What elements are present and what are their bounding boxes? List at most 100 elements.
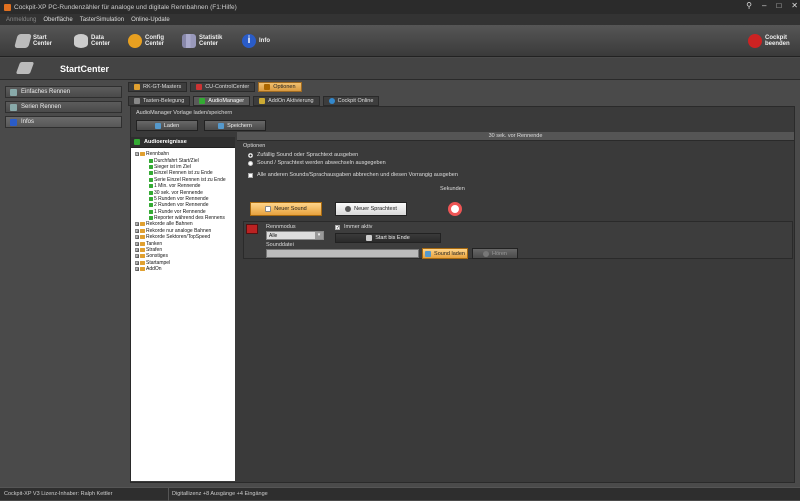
folder-icon: [140, 222, 145, 227]
sidebar: Einfaches Rennen Serien Rennen Infos: [5, 86, 122, 131]
option-random[interactable]: Zufällig Sound oder Sprachtext ausgeben: [248, 152, 358, 158]
status-license-type: Digitallizenz +8 Ausgänge +4 Eingänge: [172, 491, 268, 497]
info-button[interactable]: i Info: [242, 29, 270, 53]
status-license-owner: Cockpit-XP V3 Lizenz-Inhaber: Ralph Kett…: [4, 491, 113, 497]
sound-event-icon: [149, 164, 153, 169]
tab-cu-controlcenter[interactable]: CU-ControlCenter: [190, 82, 256, 92]
load-sound-button[interactable]: Sound laden: [422, 248, 468, 259]
lifebuoy-icon[interactable]: [448, 202, 462, 216]
save-icon: [218, 122, 225, 129]
config-center-button[interactable]: Config Center: [128, 29, 164, 53]
always-active-option[interactable]: ✓ Immer aktiv: [335, 224, 372, 230]
info-icon: [10, 118, 17, 126]
expand-toggle-icon[interactable]: ⊞: [135, 235, 139, 240]
keyboard-icon: [134, 98, 140, 104]
gear-icon: [128, 34, 142, 48]
option-alternate[interactable]: Sound / Sprachtext werden abwechseln aus…: [248, 160, 386, 166]
template-label: AudioManager Vorlage laden/speichern: [136, 110, 233, 116]
info-icon: i: [242, 34, 256, 48]
expand-toggle-icon[interactable]: ⊞: [135, 228, 139, 233]
folder-icon: [425, 250, 432, 257]
menu-anmeldung: Anmeldung: [6, 16, 37, 23]
options-label: Optionen: [243, 143, 266, 149]
checkbox-priority[interactable]: [248, 172, 253, 178]
database-icon: [74, 34, 88, 48]
delete-entry-icon[interactable]: [246, 224, 258, 234]
sound-event-icon: [149, 209, 153, 214]
chevron-down-icon[interactable]: ▾: [315, 232, 323, 239]
audio-events-tree[interactable]: ⊟ Rennbahn Durchfahrt Start/Ziel Sieger ist…: [131, 148, 235, 481]
data-center-button[interactable]: Data Center: [74, 29, 110, 53]
maximize-button[interactable]: □: [776, 1, 781, 10]
speaker-icon: [134, 139, 140, 145]
exit-button[interactable]: Cockpit beenden: [748, 29, 790, 53]
start-center-button[interactable]: Start Center: [14, 29, 52, 53]
folder-icon: [140, 241, 145, 246]
status-bar: Cockpit-XP V3 Lizenz-Inhaber: Ralph Kett…: [0, 487, 800, 501]
option-priority[interactable]: Alle anderen Sounds/Sprachausgaben abbre…: [248, 172, 458, 178]
tree-header: Audioereignisse: [131, 137, 235, 148]
menu-bar: Anmeldung Oberfläche TasterSimulation On…: [0, 14, 800, 25]
race-icon: [10, 88, 17, 96]
speaker-icon: [265, 206, 272, 212]
sound-file-label: Sounddatei: [266, 242, 294, 248]
tab-cockpit-online[interactable]: Cockpit Online: [322, 96, 380, 106]
power-icon: [748, 34, 762, 48]
seconds-label: Sekunden: [440, 186, 465, 192]
close-button[interactable]: ✕: [791, 1, 798, 10]
sub-tabs: Tasten-Belegung AudioManager AddOn Aktiv…: [128, 96, 380, 106]
load-template-button[interactable]: Laden: [136, 120, 198, 131]
page-title: StartCenter: [60, 64, 110, 74]
menu-oberflaeche[interactable]: Oberfläche: [43, 17, 72, 23]
listen-button[interactable]: Hören: [472, 248, 518, 259]
sidebar-item-infos[interactable]: Infos: [5, 116, 122, 128]
folder-icon: [140, 228, 145, 233]
plugin-icon: [259, 98, 266, 104]
series-icon: [10, 103, 17, 111]
new-sound-button[interactable]: Neuer Sound: [250, 202, 322, 216]
globe-icon: [328, 98, 335, 104]
expand-toggle-icon[interactable]: ⊞: [135, 260, 139, 265]
help-icon[interactable]: ⚲: [746, 1, 752, 10]
sound-event-icon: [149, 196, 153, 201]
sidebar-item-serien-rennen[interactable]: Serien Rennen: [5, 101, 122, 113]
expand-toggle-icon[interactable]: ⊞: [135, 222, 139, 227]
headphones-icon: [483, 250, 489, 257]
new-speech-button[interactable]: Neuer Sprachtext: [335, 202, 407, 216]
trophy-icon: [134, 84, 140, 90]
checkbox-always-active[interactable]: ✓: [335, 224, 340, 230]
tab-addon-aktivierung[interactable]: AddOn Aktivierung: [253, 96, 320, 106]
tab-rk-gt-masters[interactable]: RK-GT-Masters: [128, 82, 188, 92]
title-bar: Cockpit-XP PC-Rundenzähler für analoge u…: [0, 0, 800, 14]
statistik-center-button[interactable]: Statistik Center: [182, 29, 222, 53]
menu-online-update[interactable]: Online-Update: [131, 17, 170, 23]
folder-icon: [140, 235, 145, 240]
radio-alternate[interactable]: [248, 160, 253, 166]
tab-audiomanager[interactable]: AudioManager: [193, 96, 251, 106]
start-end-button[interactable]: Start bis Ende: [335, 233, 441, 243]
speaker-icon: [199, 98, 206, 104]
main-toolbar: Start Center Data Center Config Center S…: [0, 25, 800, 57]
race-mode-select[interactable]: Alle ▾: [266, 231, 324, 240]
status-divider: [168, 488, 169, 501]
sound-event-icon: [149, 216, 153, 221]
gear-icon: [264, 84, 271, 90]
expand-toggle-icon[interactable]: ⊞: [135, 267, 139, 272]
minimize-button[interactable]: –: [762, 1, 766, 10]
folder-icon: [140, 152, 145, 157]
tree-item[interactable]: ⊞ AddOn: [131, 266, 235, 272]
menu-tastersimulation[interactable]: TasterSimulation: [80, 17, 124, 23]
chart-icon: [182, 34, 196, 48]
expand-toggle-icon[interactable]: ⊞: [135, 241, 139, 246]
sidebar-item-einfaches-rennen[interactable]: Einfaches Rennen: [5, 86, 122, 98]
tab-optionen[interactable]: Optionen: [258, 82, 302, 92]
expand-toggle-icon[interactable]: ⊞: [135, 248, 139, 253]
app-icon: [4, 3, 11, 11]
sound-file-input[interactable]: [266, 249, 419, 258]
expand-toggle-icon[interactable]: ⊞: [135, 254, 139, 259]
tab-tasten-belegung[interactable]: Tasten-Belegung: [128, 96, 191, 106]
selected-event-header: 30 sek. vor Rennende: [237, 132, 794, 141]
radio-random[interactable]: [248, 152, 253, 158]
save-template-button[interactable]: Speichern: [204, 120, 266, 131]
expand-toggle-icon[interactable]: ⊟: [135, 152, 139, 157]
